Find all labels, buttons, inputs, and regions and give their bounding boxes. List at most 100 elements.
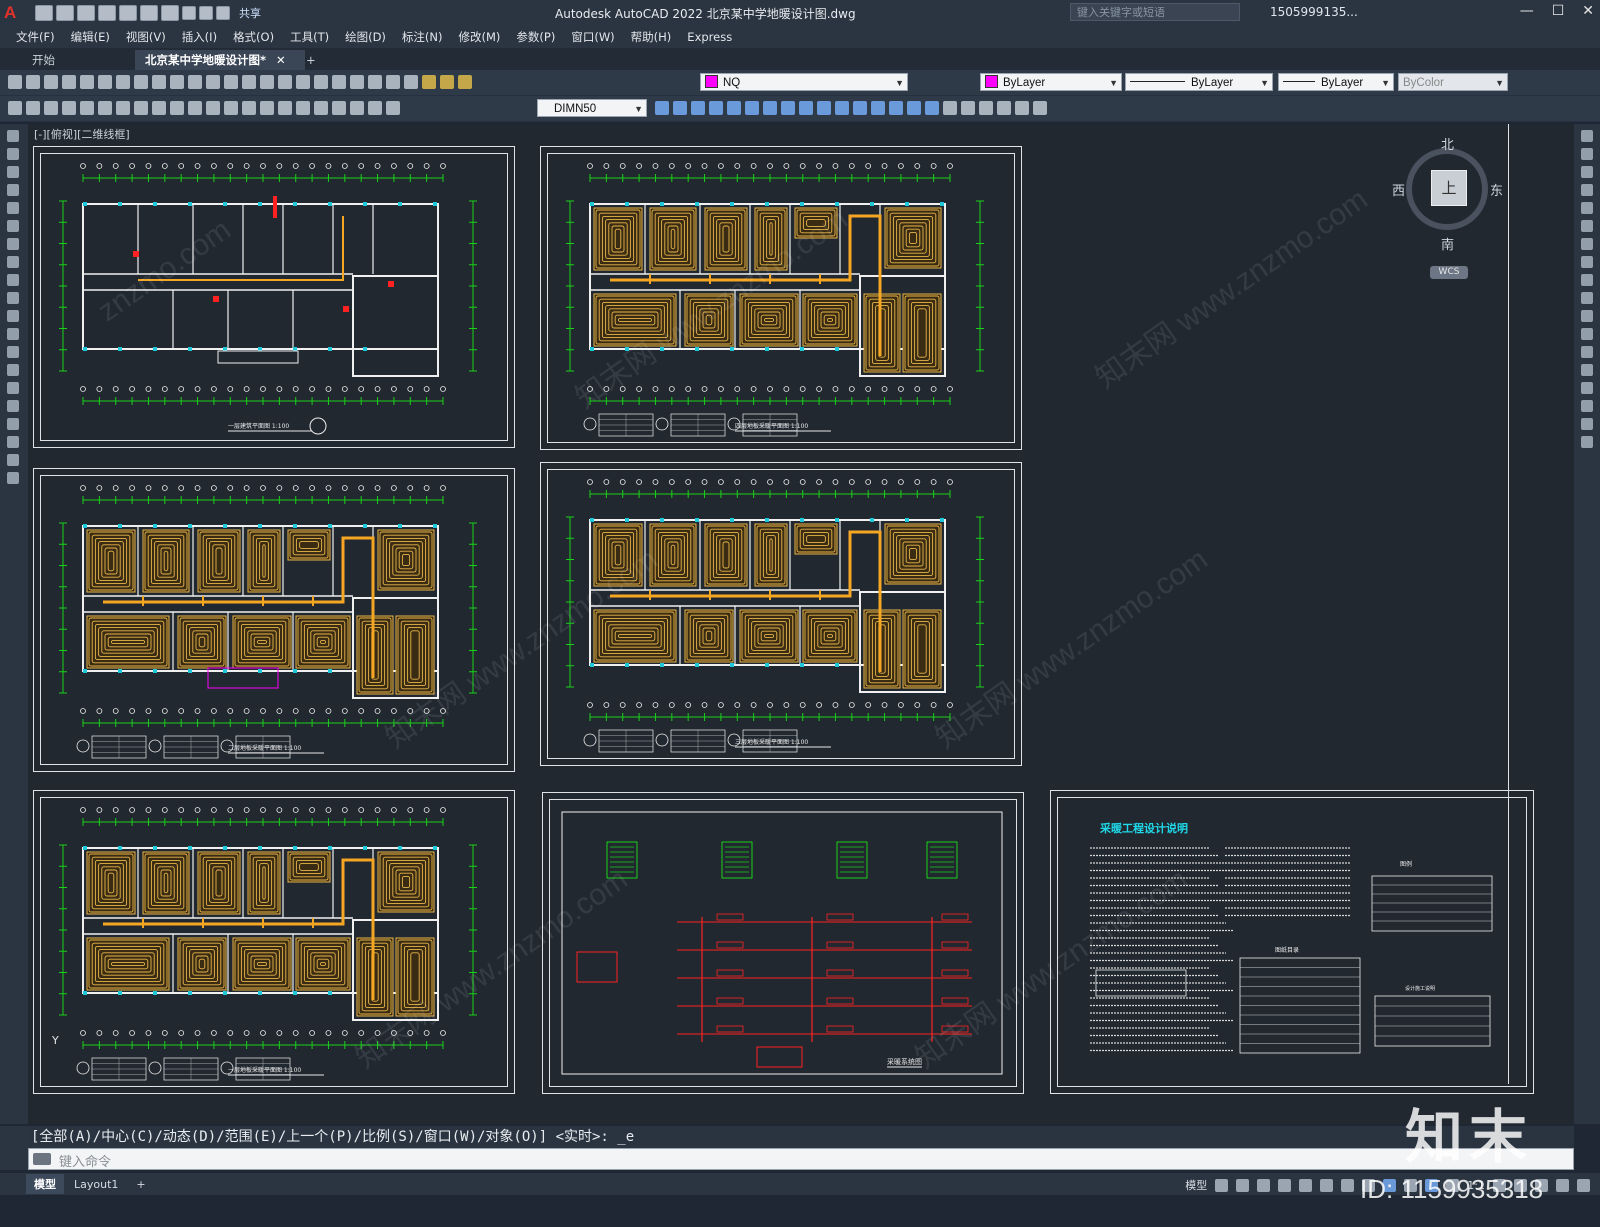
blend-icon[interactable] [1581, 418, 1593, 430]
paste-icon[interactable] [152, 75, 166, 89]
linetype-dropdown[interactable]: ByLayer ▼ [1125, 73, 1273, 91]
spline-icon[interactable] [7, 274, 19, 286]
share-button[interactable]: 共享 [239, 5, 261, 21]
block-icon[interactable] [26, 101, 40, 115]
explode-icon[interactable] [1581, 436, 1593, 448]
copy-object-icon[interactable] [673, 101, 687, 115]
move-icon[interactable] [1581, 220, 1593, 232]
viewcube[interactable]: 上 北 南 东 西 WCS [1392, 138, 1508, 288]
open-file-icon[interactable] [56, 5, 74, 21]
offset-icon[interactable] [1581, 184, 1593, 196]
minimize-icon[interactable]: — [1520, 3, 1534, 19]
dim-text-edit-icon[interactable] [368, 101, 382, 115]
isodraft-icon[interactable] [1299, 1178, 1313, 1192]
make-block-icon[interactable] [7, 346, 19, 358]
dim-continue-icon[interactable] [224, 101, 238, 115]
zoom-realtime-icon[interactable] [242, 75, 256, 89]
ellipse-icon[interactable] [7, 292, 19, 304]
redo-icon[interactable] [206, 75, 220, 89]
dim-diameter-icon[interactable] [152, 101, 166, 115]
ellipse-arc-icon[interactable] [7, 310, 19, 322]
undo-icon[interactable] [182, 6, 196, 20]
move-icon[interactable] [745, 101, 759, 115]
mirror-icon[interactable] [1581, 166, 1593, 178]
model-space-button[interactable]: 模型 [1185, 1177, 1207, 1193]
dim-space-icon[interactable] [242, 101, 256, 115]
menu-file[interactable]: 文件(F) [16, 29, 55, 45]
plan-drawing-4[interactable]: 三层地板采暖平面图 1:100 [550, 472, 1010, 754]
scale-icon[interactable] [781, 101, 795, 115]
table-icon[interactable] [7, 436, 19, 448]
maximize-icon[interactable]: ☐ [1552, 3, 1565, 19]
plotstyle-dropdown[interactable]: ByColor ▼ [1398, 73, 1508, 91]
dim-arc-icon[interactable] [80, 101, 94, 115]
plan-drawing-1[interactable]: 一层建筑平面图 1:100 [43, 156, 503, 436]
dim-linear-icon[interactable] [44, 101, 58, 115]
insert-block-icon[interactable] [7, 328, 19, 340]
region-icon[interactable] [7, 418, 19, 430]
dim-update-icon[interactable] [386, 101, 400, 115]
menu-draw[interactable]: 绘图(D) [345, 29, 386, 45]
layer-dropdown[interactable]: NQ ▼ [700, 73, 908, 91]
save-icon[interactable] [44, 75, 58, 89]
join-icon[interactable] [871, 101, 885, 115]
command-input[interactable]: 键入命令 [59, 1151, 111, 1170]
line-icon[interactable] [7, 130, 19, 142]
menu-parametric[interactable]: 参数(P) [516, 29, 555, 45]
chamfer-icon[interactable] [1581, 382, 1593, 394]
object-snap-tracking-icon[interactable] [1320, 1178, 1334, 1192]
trim-icon[interactable] [1581, 292, 1593, 304]
dim-edit-icon[interactable] [350, 101, 364, 115]
copy-icon[interactable] [1581, 148, 1593, 160]
menu-help[interactable]: 帮助(H) [631, 29, 672, 45]
erase-icon[interactable] [1581, 130, 1593, 142]
text-front-icon[interactable] [1015, 101, 1029, 115]
point-icon[interactable] [7, 364, 19, 376]
array-icon[interactable] [727, 101, 741, 115]
menu-modify[interactable]: 修改(M) [459, 29, 501, 45]
command-panel-handle[interactable] [0, 1126, 28, 1170]
tolerance-icon[interactable] [278, 101, 292, 115]
tool-palette-icon[interactable] [332, 75, 346, 89]
open-web-icon[interactable] [119, 5, 137, 21]
search-input[interactable]: 键入关键字或短语 [1070, 3, 1240, 21]
break-icon[interactable] [1581, 346, 1593, 358]
rotate-icon[interactable] [1581, 238, 1593, 250]
match-prop-icon[interactable] [170, 75, 184, 89]
wcs-menu[interactable]: WCS [1430, 266, 1468, 279]
print-icon[interactable] [62, 75, 76, 89]
undo-icon[interactable] [188, 75, 202, 89]
plan-drawing-2[interactable]: 四层地板采暖平面图 1:100 [550, 156, 1010, 438]
user-account[interactable]: 1505999135... [1270, 5, 1358, 19]
snap-icon[interactable] [1236, 1178, 1250, 1192]
viewcube-top-face[interactable]: 上 [1431, 170, 1467, 206]
revision-cloud-icon[interactable] [7, 256, 19, 268]
viewport-label[interactable]: [-][俯视][二维线框] [34, 126, 130, 142]
draworder-back-icon[interactable] [961, 101, 975, 115]
color-dropdown[interactable]: ByLayer ▼ [980, 73, 1122, 91]
mirror-icon[interactable] [691, 101, 705, 115]
menu-insert[interactable]: 插入(I) [182, 29, 217, 45]
fillet-icon[interactable] [907, 101, 921, 115]
compass-west[interactable]: 西 [1392, 180, 1405, 199]
ortho-icon[interactable] [1257, 1178, 1271, 1192]
stretch-icon[interactable] [1581, 274, 1593, 286]
jogged-linear-icon[interactable] [332, 101, 346, 115]
markup-icon[interactable] [368, 75, 382, 89]
rotate-icon[interactable] [763, 101, 777, 115]
dim-ordinate-icon[interactable] [98, 101, 112, 115]
command-line[interactable]: 键入命令 [28, 1148, 1574, 1170]
circle-icon[interactable] [7, 238, 19, 250]
layer-state-icon[interactable] [440, 75, 454, 89]
dim-baseline-icon[interactable] [206, 101, 220, 115]
compass-south[interactable]: 南 [1441, 234, 1454, 253]
save-as-icon[interactable] [98, 5, 116, 21]
mtext-icon[interactable] [7, 454, 19, 466]
menu-window[interactable]: 窗口(W) [571, 29, 614, 45]
polygon-icon[interactable] [7, 184, 19, 196]
zoom-previous-icon[interactable] [278, 75, 292, 89]
gradient-icon[interactable] [7, 400, 19, 412]
trim-icon[interactable] [817, 101, 831, 115]
sheet-set-icon[interactable] [350, 75, 364, 89]
menu-express[interactable]: Express [687, 30, 732, 44]
